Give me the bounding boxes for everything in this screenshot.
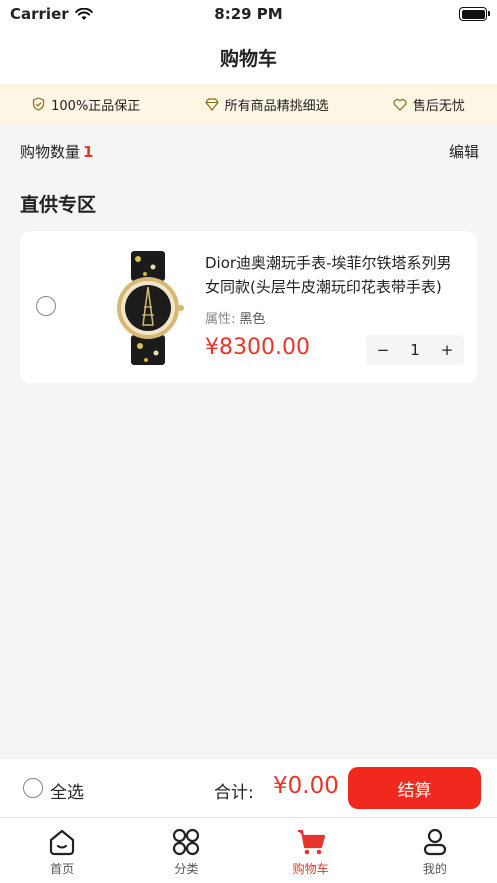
promo-label: 100%正品保正 (51, 98, 141, 114)
tab-cart[interactable]: 购物车 (249, 818, 373, 883)
nav-bar: 购物车 (0, 30, 497, 84)
checkout-bar: 全选 合计: ¥0.00 结算 (0, 758, 497, 817)
attribute-label: 属性: (205, 312, 236, 327)
category-icon (173, 828, 200, 856)
select-all-checkbox[interactable] (23, 778, 43, 798)
product-attribute: 属性: 黑色 (205, 308, 265, 327)
checkout-button[interactable]: 结算 (348, 767, 481, 809)
promo-label: 售后无忧 (412, 98, 465, 114)
promo-item-selected: 所有商品精挑细选 (204, 95, 329, 114)
diamond-icon (204, 97, 219, 111)
item-select-checkbox[interactable] (36, 296, 56, 316)
tab-home[interactable]: 首页 (0, 818, 124, 883)
heart-icon (393, 98, 407, 111)
promo-bar: 100%正品保正 所有商品精挑细选 售后无忧 (0, 84, 497, 124)
tab-bar: 首页 分类 购物车 我的 (0, 817, 497, 883)
cart-icon (297, 829, 325, 855)
decrease-button[interactable]: − (374, 341, 392, 359)
promo-item-authentic: 100%正品保正 (32, 95, 140, 114)
tab-label: 首页 (50, 862, 75, 876)
promo-item-aftersale: 售后无忧 (393, 95, 465, 114)
select-all-label[interactable]: 全选 (50, 778, 84, 803)
product-price: ¥8300.00 (205, 335, 310, 360)
cart-count-value: 1 (83, 142, 94, 161)
total-value: ¥0.00 (273, 773, 339, 799)
home-icon (50, 829, 75, 856)
page-title: 购物车 (219, 47, 277, 70)
cart-item-card: Dior迪奥潮玩手表-埃菲尔铁塔系列男女同款(头层牛皮潮玩印花表带手表) 属性:… (20, 231, 477, 383)
increase-button[interactable]: + (438, 341, 456, 359)
quantity-stepper: − 1 + (366, 335, 464, 365)
edit-button[interactable]: 编辑 (449, 141, 479, 162)
promo-label: 所有商品精挑细选 (224, 98, 329, 114)
product-title[interactable]: Dior迪奥潮玩手表-埃菲尔铁塔系列男女同款(头层牛皮潮玩印花表带手表) (205, 251, 465, 299)
profile-icon (423, 828, 446, 856)
tab-category[interactable]: 分类 (124, 818, 248, 883)
battery-icon (459, 7, 490, 21)
tab-profile[interactable]: 我的 (373, 818, 497, 883)
status-bar: Carrier 8:29 PM (0, 0, 497, 30)
cart-count-row: 购物数量 1 编辑 (0, 124, 497, 178)
status-time: 8:29 PM (214, 5, 283, 23)
cart-count-label: 购物数量 (20, 142, 81, 161)
shield-check-icon (33, 97, 45, 111)
product-image[interactable] (98, 249, 198, 367)
tab-label: 我的 (422, 862, 447, 876)
cart-count: 购物数量 1 (20, 141, 93, 162)
quantity-value: 1 (410, 341, 420, 359)
attribute-value: 黑色 (239, 312, 266, 327)
section-title: 直供专区 (20, 194, 97, 216)
tab-label: 分类 (174, 862, 199, 876)
total-label: 合计: (214, 783, 254, 803)
tab-label: 购物车 (292, 862, 329, 876)
